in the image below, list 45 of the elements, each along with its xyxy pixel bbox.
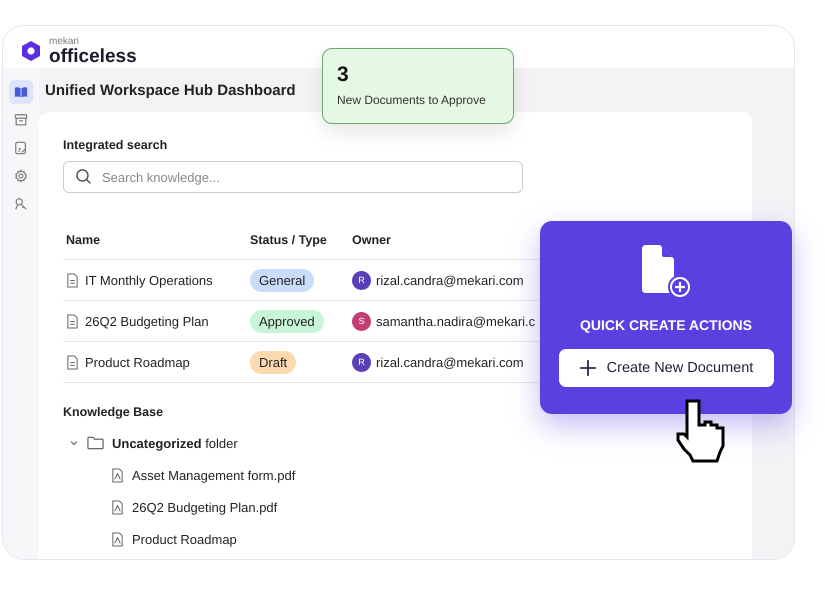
notification-text: New Documents to Approve bbox=[337, 93, 487, 107]
plus-icon bbox=[578, 359, 597, 377]
status-tag: Draft bbox=[250, 350, 296, 374]
create-document-button[interactable]: Create New Document bbox=[558, 349, 774, 387]
search-icon bbox=[75, 168, 92, 185]
sidebar-item[interactable] bbox=[9, 80, 33, 104]
owner-avatar: R bbox=[352, 352, 371, 372]
status-tag: General bbox=[250, 268, 314, 292]
archive-box-icon bbox=[14, 113, 28, 127]
document-name: 26Q2 Budgeting Plan bbox=[85, 314, 209, 328]
document-icon bbox=[66, 272, 79, 288]
brand-name: officeless bbox=[49, 46, 137, 66]
file-name[interactable]: Product Roadmap bbox=[132, 532, 237, 546]
owner-avatar: R bbox=[352, 270, 371, 290]
brand-tagline: mekari bbox=[49, 36, 80, 46]
section-title: Knowledge Base bbox=[63, 405, 164, 419]
column-header: Name bbox=[65, 233, 102, 247]
status-tag: Approved bbox=[250, 310, 324, 332]
search-field[interactable]: Search knowledge... bbox=[63, 161, 523, 193]
hexagon-logo-icon bbox=[21, 40, 41, 62]
document-name: Product Roadmap bbox=[85, 354, 190, 370]
settings-icon bbox=[14, 169, 28, 183]
pdf-file-icon bbox=[111, 468, 124, 482]
folder-name[interactable]: Uncategorized folder bbox=[112, 436, 238, 450]
page-title: Unified Workspace Hub Dashboard bbox=[45, 82, 296, 98]
column-header: Status / Type bbox=[250, 233, 328, 247]
owner-avatar: S bbox=[352, 312, 371, 330]
key-icon bbox=[14, 197, 28, 211]
file-name[interactable]: 26Q2 Budgeting Plan.pdf bbox=[132, 500, 278, 514]
document-icon bbox=[66, 314, 79, 328]
owner-email: samantha.nadira@mekari.c bbox=[376, 314, 536, 328]
owner-email: rizal.candra@mekari.com bbox=[376, 354, 524, 370]
pdf-file-icon bbox=[111, 532, 124, 546]
search-label: Integrated search bbox=[63, 138, 168, 152]
document-icon bbox=[66, 354, 79, 370]
book-icon bbox=[14, 85, 28, 99]
notification-count: 3 bbox=[337, 63, 350, 87]
column-header: Owner bbox=[352, 233, 391, 247]
quick-create-title: QUICK CREATE ACTIONS bbox=[580, 317, 752, 333]
document-name: IT Monthly Operations bbox=[85, 272, 213, 288]
owner-email: rizal.candra@mekari.com bbox=[376, 272, 524, 288]
file-name[interactable]: Asset Management form.pdf bbox=[132, 468, 296, 482]
folder-icon bbox=[87, 436, 104, 450]
document-edit-icon bbox=[14, 141, 28, 155]
pdf-file-icon bbox=[111, 500, 124, 514]
